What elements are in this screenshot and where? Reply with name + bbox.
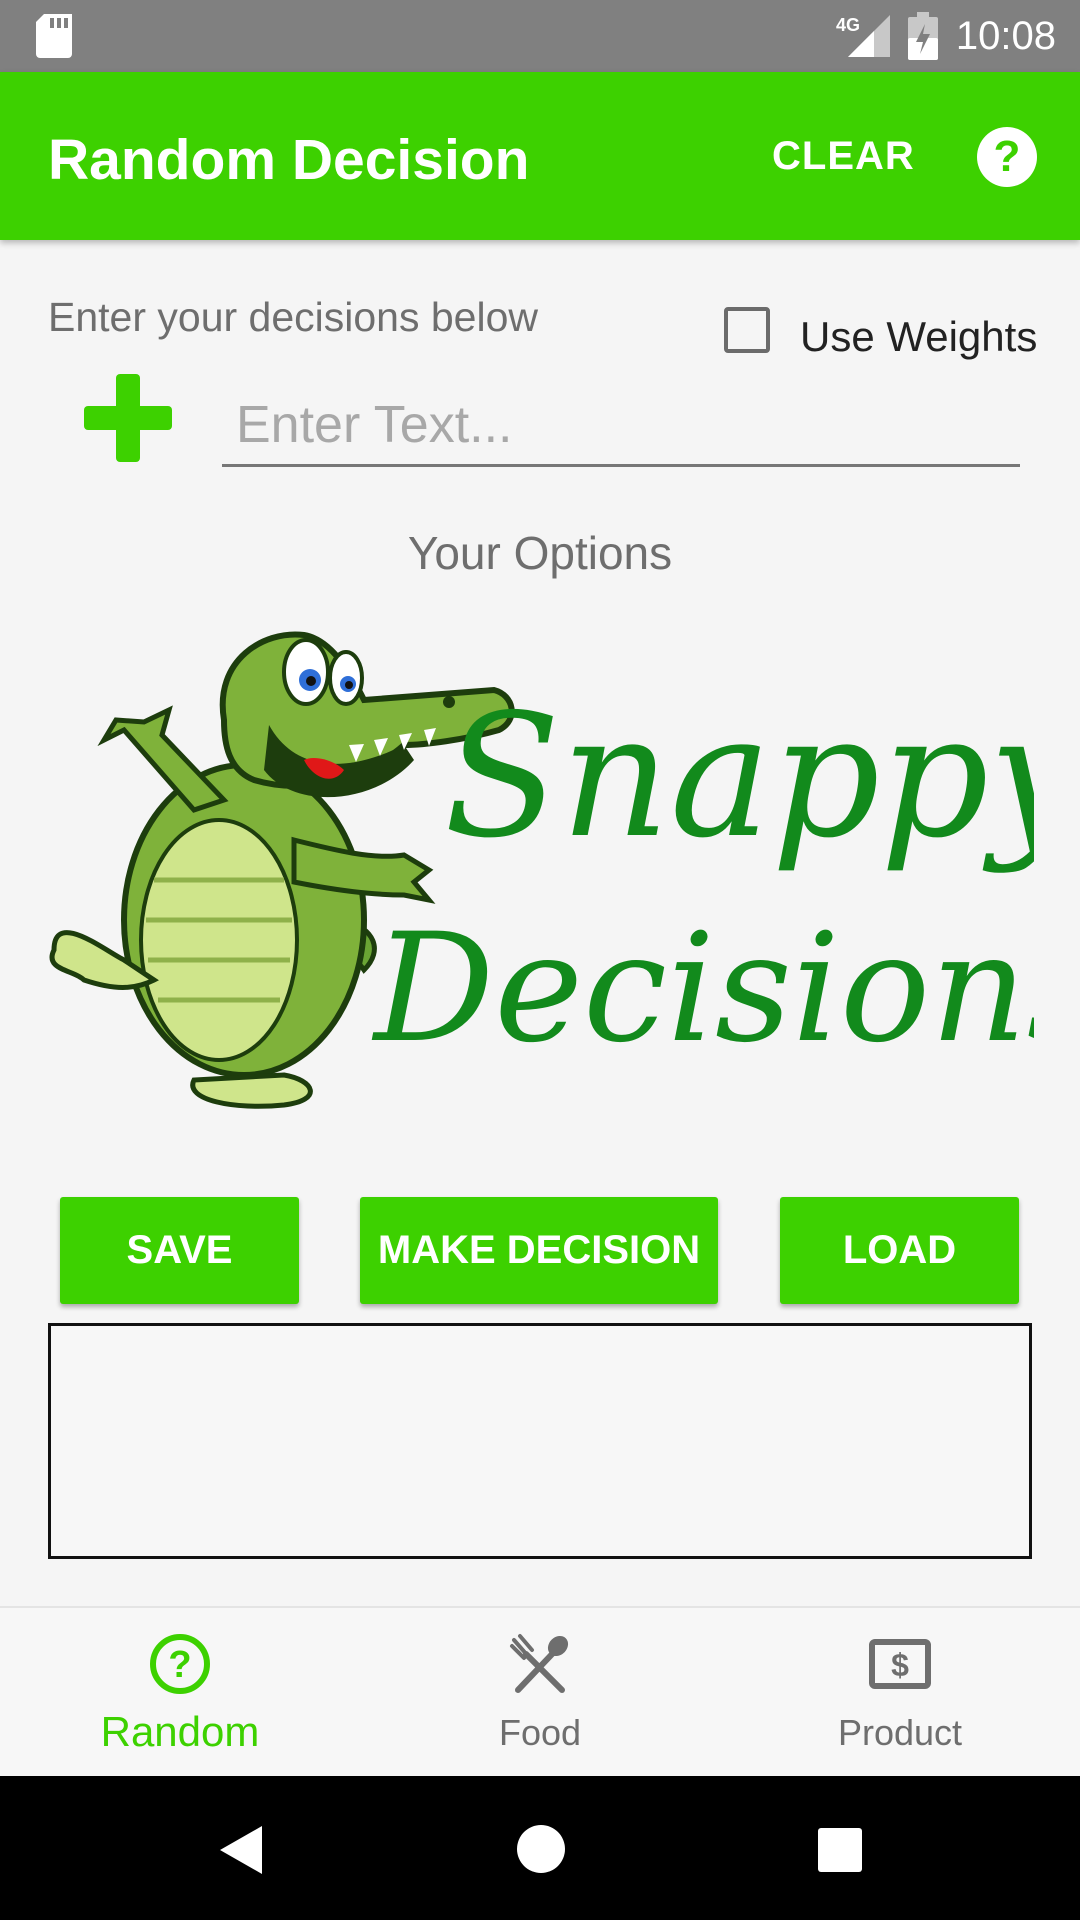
sd-card-icon [36,14,72,58]
decision-text-input[interactable] [222,385,1020,467]
signal-icon: 4G [836,15,890,57]
svg-text:$: $ [891,1647,909,1683]
clear-button[interactable]: CLEAR [772,134,915,179]
nav-item-product[interactable]: $ Product [720,1608,1080,1778]
nav-label-product: Product [837,1712,963,1753]
options-result-box [48,1323,1032,1559]
nav-item-random[interactable]: ? Random [0,1608,360,1778]
network-type: 4G [836,15,860,35]
help-icon[interactable]: ? [976,126,1038,188]
battery-icon [907,12,938,60]
save-button[interactable]: SAVE [60,1197,299,1304]
nav-label-food: Food [498,1712,582,1753]
back-icon[interactable] [216,1824,264,1876]
app-bar: Random Decision CLEAR ? [0,72,1080,240]
help-circle-icon: ? [150,1634,210,1694]
status-time: 10:08 [955,13,1056,58]
load-button[interactable]: LOAD [780,1197,1019,1304]
home-icon[interactable] [516,1824,566,1874]
options-title: Your Options [407,527,673,579]
add-icon[interactable] [82,372,174,464]
app-title: Random Decision [48,128,530,192]
use-weights-label[interactable]: Use Weights [800,313,1037,361]
fork-spoon-icon [510,1634,569,1693]
logo-line-2: Decisions [371,902,1034,1076]
svg-text:?: ? [168,1644,191,1686]
snappy-decisions-logo: Snappy Decisions [49,631,1034,1109]
svg-text:?: ? [994,132,1021,181]
recents-icon[interactable] [818,1828,862,1872]
make-decision-button[interactable]: MAKE DECISION [360,1197,718,1304]
dollar-tag-icon: $ [869,1639,931,1689]
use-weights-checkbox[interactable] [724,307,770,353]
nav-item-food[interactable]: Food [360,1608,720,1778]
instruction-label: Enter your decisions below [48,294,538,340]
logo-line-1: Snappy [444,678,1034,876]
nav-label-random: Random [100,1708,260,1755]
status-bar: 4G 10:08 [0,0,1080,72]
system-navigation-bar [0,1776,1080,1920]
bottom-navigation: ? Random Food $ Product [0,1606,1080,1778]
